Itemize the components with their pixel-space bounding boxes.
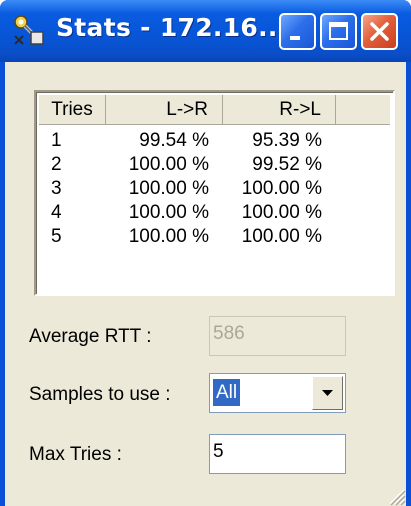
cell-tries: 1 [51,130,62,151]
cell-tries: 3 [51,178,62,199]
cell-tries: 4 [51,202,62,223]
cell-tries: 5 [51,226,62,247]
cell-l-to-r: 100.00 % [128,154,209,175]
cell-tries: 2 [51,154,62,175]
column-header-tries[interactable]: Tries [39,95,106,125]
stats-list-view[interactable]: Tries L->R R->L 1 99.54 % 95.39 % 2 100.… [34,90,395,296]
chevron-down-icon [322,390,333,396]
close-icon [370,22,389,41]
column-header-filler [336,95,390,125]
stats-window: Stats - 172.16... Tries L->R R->L 1 99.5… [0,0,411,506]
cell-r-to-l: 99.52 % [252,154,322,175]
column-header-r-to-l[interactable]: R->L [223,95,336,125]
cell-l-to-r: 100.00 % [128,178,209,199]
cell-r-to-l: 100.00 % [241,178,322,199]
title-bar[interactable]: Stats - 172.16... [0,0,411,62]
window-title: Stats - 172.16... [56,13,288,42]
cell-l-to-r: 100.00 % [128,226,209,247]
samples-selected-value: All [213,379,241,406]
window-client-area: Tries L->R R->L 1 99.54 % 95.39 % 2 100.… [5,62,406,506]
column-header-l-to-r[interactable]: L->R [106,95,223,125]
cell-r-to-l: 100.00 % [241,202,322,223]
samples-to-use-dropdown[interactable]: All [209,373,346,413]
close-button[interactable] [361,13,398,50]
max-tries-label: Max Tries : [29,444,122,465]
cell-l-to-r: 100.00 % [128,202,209,223]
maximize-icon [329,22,348,40]
list-header: Tries L->R R->L [39,95,390,125]
max-tries-field[interactable]: 5 [209,434,346,474]
minimize-icon [290,36,300,40]
minimize-button[interactable] [279,13,316,50]
cell-l-to-r: 99.54 % [139,130,209,151]
resize-grip-icon[interactable] [384,484,406,506]
cell-r-to-l: 100.00 % [241,226,322,247]
average-rtt-field: 586 [209,316,346,356]
dropdown-button[interactable] [312,376,343,410]
cell-r-to-l: 95.39 % [252,130,322,151]
network-tool-icon [14,15,44,45]
samples-to-use-label: Samples to use : [29,384,171,405]
average-rtt-label: Average RTT : [29,326,152,347]
maximize-button[interactable] [320,13,357,50]
